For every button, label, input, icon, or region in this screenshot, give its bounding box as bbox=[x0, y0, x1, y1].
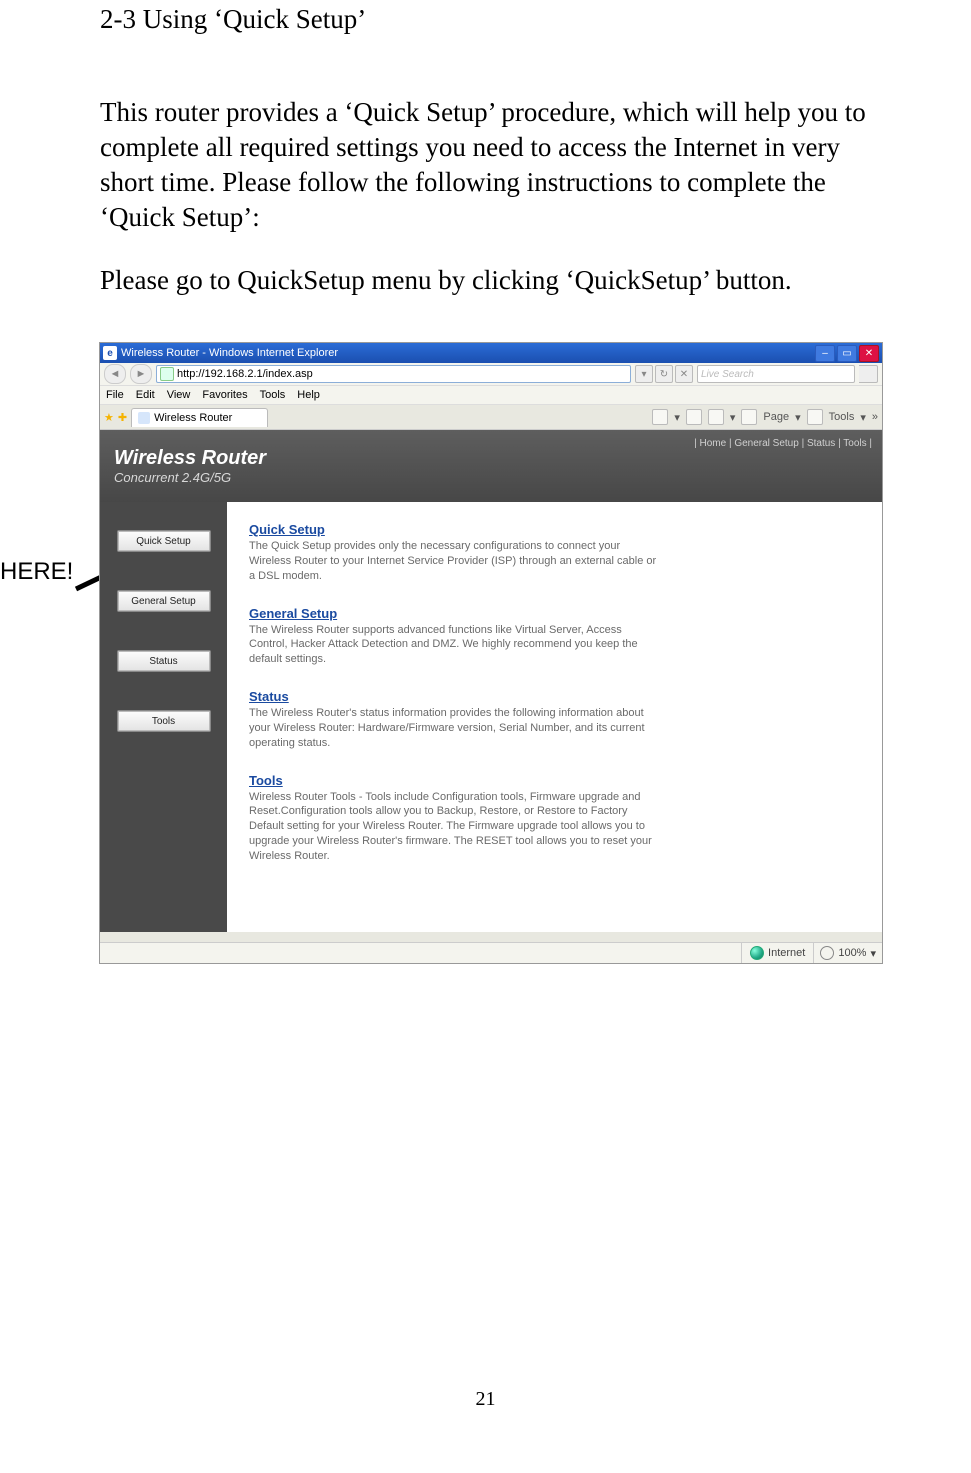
sidebar-general-setup-button[interactable]: General Setup bbox=[117, 590, 211, 612]
zoom-value: 100% bbox=[838, 947, 866, 959]
tab-tools: ▾ ▾ Page▾ Tools▾ » bbox=[652, 409, 878, 425]
page-menu-icon[interactable] bbox=[741, 409, 757, 425]
window-title: Wireless Router - Windows Internet Explo… bbox=[121, 347, 338, 359]
menu-help[interactable]: Help bbox=[297, 389, 320, 401]
router-subtitle: Concurrent 2.4G/5G bbox=[114, 470, 266, 485]
section-heading: 2-3 Using ‘Quick Setup’ bbox=[100, 4, 871, 35]
zoom-icon bbox=[820, 946, 834, 960]
zone-indicator[interactable]: Internet bbox=[741, 943, 813, 963]
intro-paragraph: This router provides a ‘Quick Setup’ pro… bbox=[100, 95, 871, 235]
page-menu[interactable]: Page bbox=[763, 411, 789, 423]
tab-label: Wireless Router bbox=[154, 412, 232, 424]
feed-icon[interactable] bbox=[686, 409, 702, 425]
menu-bar: File Edit View Favorites Tools Help bbox=[100, 386, 882, 405]
menu-edit[interactable]: Edit bbox=[136, 389, 155, 401]
nav-row: ◄ ► http://192.168.2.1/index.asp ▾ ↻ ✕ L… bbox=[100, 363, 882, 386]
link-status[interactable]: Status bbox=[249, 689, 842, 704]
menu-favorites[interactable]: Favorites bbox=[202, 389, 247, 401]
zoom-dropdown-icon: ▾ bbox=[870, 947, 876, 960]
address-text: http://192.168.2.1/index.asp bbox=[177, 368, 313, 380]
back-button[interactable]: ◄ bbox=[104, 364, 126, 384]
page-number: 21 bbox=[0, 1388, 971, 1411]
menu-file[interactable]: File bbox=[106, 389, 124, 401]
address-dropdown-button[interactable]: ▾ bbox=[635, 365, 653, 383]
stop-button[interactable]: ✕ bbox=[675, 365, 693, 383]
globe-icon bbox=[750, 946, 764, 960]
page-footer-strip bbox=[100, 932, 882, 942]
menu-view[interactable]: View bbox=[167, 389, 191, 401]
sidebar-tools-button[interactable]: Tools bbox=[117, 710, 211, 732]
refresh-button[interactable]: ↻ bbox=[655, 365, 673, 383]
sidebar-status-button[interactable]: Status bbox=[117, 650, 211, 672]
section-general-setup: General Setup The Wireless Router suppor… bbox=[249, 606, 842, 668]
router-header-links[interactable]: | Home | General Setup | Status | Tools … bbox=[694, 438, 872, 449]
window-minimize-button[interactable]: – bbox=[815, 345, 835, 362]
sidebar-quick-setup-button[interactable]: Quick Setup bbox=[117, 530, 211, 552]
desc-tools: Wireless Router Tools - Tools include Co… bbox=[249, 790, 659, 864]
tools-menu[interactable]: Tools bbox=[829, 411, 855, 423]
page-icon bbox=[160, 367, 174, 381]
search-button[interactable] bbox=[859, 365, 878, 383]
tools-menu-icon[interactable] bbox=[807, 409, 823, 425]
add-favorite-icon[interactable]: ✚ bbox=[118, 411, 127, 424]
favorites-star-icon[interactable]: ★ bbox=[104, 411, 114, 424]
window-titlebar: e Wireless Router - Windows Internet Exp… bbox=[100, 343, 882, 363]
instruction-paragraph: Please go to QuickSetup menu by clicking… bbox=[100, 265, 871, 296]
screenshot-figure: e Wireless Router - Windows Internet Exp… bbox=[99, 342, 883, 964]
link-general-setup[interactable]: General Setup bbox=[249, 606, 842, 621]
zone-label: Internet bbox=[768, 947, 805, 959]
here-callout: HERE! bbox=[0, 558, 73, 586]
desc-status: The Wireless Router's status information… bbox=[249, 706, 659, 751]
home-icon[interactable] bbox=[652, 409, 668, 425]
ie-icon: e bbox=[103, 346, 117, 360]
tab-favicon bbox=[138, 412, 150, 424]
menu-tools[interactable]: Tools bbox=[260, 389, 286, 401]
section-quick-setup: Quick Setup The Quick Setup provides onl… bbox=[249, 522, 842, 584]
search-field[interactable]: Live Search bbox=[697, 365, 855, 383]
print-icon[interactable] bbox=[708, 409, 724, 425]
router-title: Wireless Router bbox=[114, 447, 266, 470]
tab-wireless-router[interactable]: Wireless Router bbox=[131, 408, 268, 427]
address-bar[interactable]: http://192.168.2.1/index.asp bbox=[156, 365, 631, 383]
tab-bar: ★ ✚ Wireless Router ▾ ▾ Page▾ Tools▾ » bbox=[100, 405, 882, 430]
window-maximize-button[interactable]: ▭ bbox=[837, 345, 857, 362]
sidebar: Quick Setup General Setup Status Tools bbox=[100, 502, 227, 932]
desc-general-setup: The Wireless Router supports advanced fu… bbox=[249, 623, 659, 668]
section-tools: Tools Wireless Router Tools - Tools incl… bbox=[249, 773, 842, 864]
status-bar: Internet 100% ▾ bbox=[100, 942, 882, 963]
toolbar-chevron-icon[interactable]: » bbox=[872, 411, 878, 423]
desc-quick-setup: The Quick Setup provides only the necess… bbox=[249, 539, 659, 584]
link-quick-setup[interactable]: Quick Setup bbox=[249, 522, 842, 537]
link-tools[interactable]: Tools bbox=[249, 773, 842, 788]
router-header: Wireless Router Concurrent 2.4G/5G | Hom… bbox=[100, 430, 882, 502]
window-close-button[interactable]: ✕ bbox=[859, 345, 879, 362]
section-status: Status The Wireless Router's status info… bbox=[249, 689, 842, 751]
forward-button[interactable]: ► bbox=[130, 364, 152, 384]
zoom-control[interactable]: 100% ▾ bbox=[813, 943, 882, 963]
main-content: Quick Setup The Quick Setup provides onl… bbox=[227, 502, 882, 932]
